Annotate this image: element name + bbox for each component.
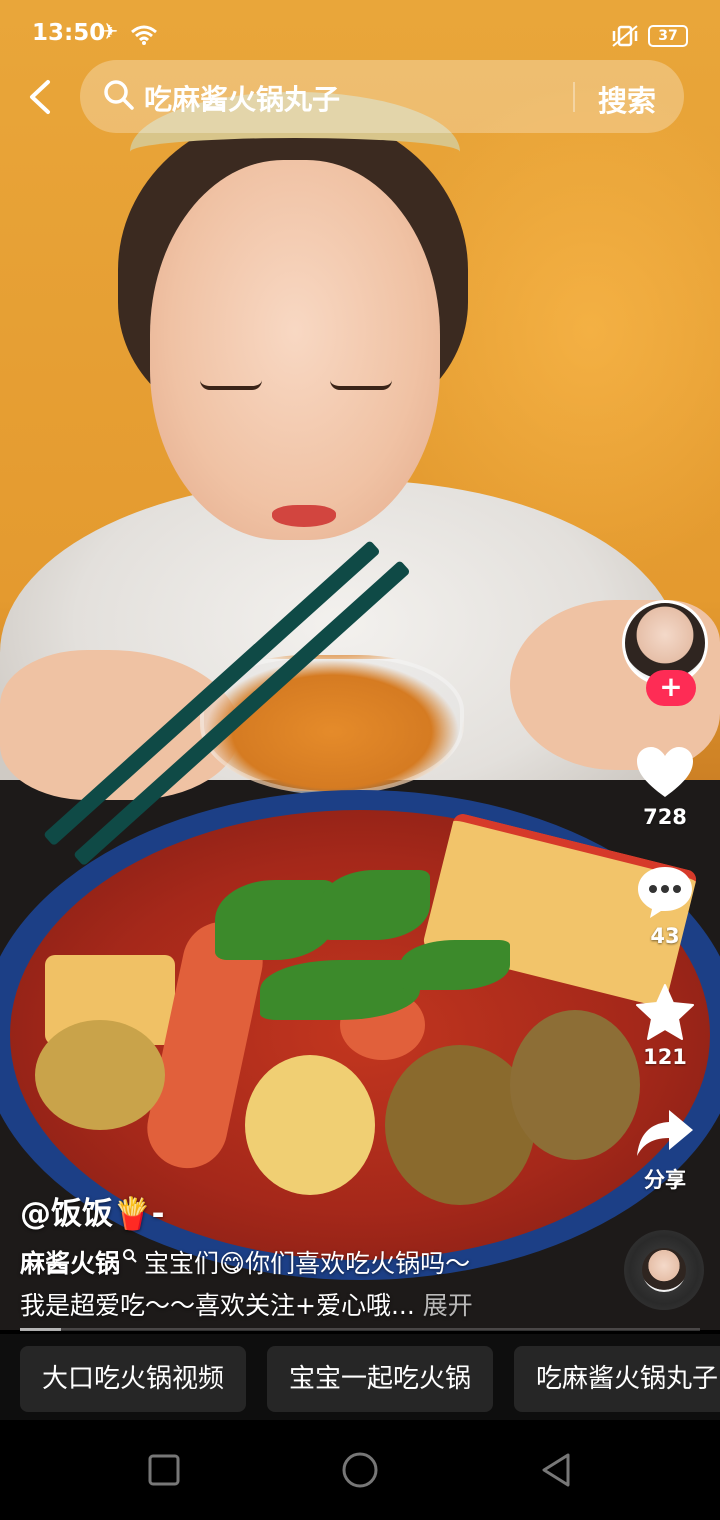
share-arrow-icon xyxy=(637,1110,693,1156)
vibrate-icon xyxy=(612,25,638,47)
right-eye xyxy=(330,380,392,390)
comment-button[interactable]: 43 xyxy=(610,864,720,948)
caption-text-2: 我是超爱吃～～喜欢关注+爱心哦... xyxy=(20,1291,415,1320)
related-chip[interactable]: 吃麻酱火锅丸子 xyxy=(514,1346,720,1412)
share-button[interactable]: 分享 xyxy=(610,1108,720,1194)
related-chip[interactable]: 大口吃火锅视频 xyxy=(20,1346,247,1412)
search-button[interactable]: 搜索 xyxy=(598,78,656,120)
search-icon xyxy=(104,80,134,110)
back-button[interactable] xyxy=(18,72,64,122)
related-searches: 大口吃火锅视频 宝宝一起吃火锅 吃麻酱火锅丸子 xyxy=(0,1334,720,1420)
like-button[interactable]: 728 xyxy=(610,745,720,829)
lips xyxy=(272,505,336,527)
caption-line-1: 麻酱火锅 宝宝们😋你们喜欢吃火锅吗～ xyxy=(20,1244,600,1280)
system-nav-bar xyxy=(0,1420,720,1520)
search-divider xyxy=(573,82,575,112)
battery-indicator: 37 xyxy=(648,25,688,47)
music-cover xyxy=(642,1248,686,1292)
topic-tag[interactable]: 麻酱火锅 xyxy=(20,1249,120,1278)
triangle-icon[interactable] xyxy=(536,1450,576,1490)
meatball xyxy=(35,1020,165,1130)
heart-icon xyxy=(637,747,693,797)
video-caption: @饭饭🍟- 麻酱火锅 宝宝们😋你们喜欢吃火锅吗～ 我是超爱吃～～喜欢关注+爱心哦.… xyxy=(20,1192,600,1322)
wifi-icon xyxy=(131,25,157,45)
progress-fill xyxy=(20,1328,61,1331)
expand-button[interactable]: 展开 xyxy=(423,1291,473,1320)
caption-text: 宝宝们😋你们喜欢吃火锅吗～ xyxy=(144,1249,471,1278)
like-count: 728 xyxy=(643,805,687,829)
square-icon[interactable] xyxy=(144,1450,184,1490)
related-chip[interactable]: 宝宝一起吃火锅 xyxy=(267,1346,494,1412)
caption-line-2: 我是超爱吃～～喜欢关注+爱心哦... 展开 xyxy=(20,1286,600,1322)
fishball xyxy=(245,1055,375,1195)
comment-count: 43 xyxy=(650,924,680,948)
comment-icon xyxy=(638,867,692,918)
left-eye xyxy=(200,380,262,390)
favorite-count: 121 xyxy=(643,1045,687,1069)
search-icon xyxy=(123,1249,137,1263)
circle-icon[interactable] xyxy=(340,1450,380,1490)
share-label: 分享 xyxy=(644,1168,686,1192)
search-bar[interactable]: 吃麻酱火锅丸子 搜索 xyxy=(80,60,684,133)
favorite-button[interactable]: 121 xyxy=(610,983,720,1069)
star-icon xyxy=(636,984,694,1040)
progress-bar[interactable] xyxy=(20,1328,700,1331)
status-bar: 13:50 ✈ 37 xyxy=(0,0,720,64)
cilantro xyxy=(400,940,510,990)
cilantro xyxy=(215,880,335,960)
status-time: 13:50 xyxy=(32,20,106,46)
chevron-left-icon xyxy=(30,80,50,114)
search-input[interactable]: 吃麻酱火锅丸子 xyxy=(144,78,340,118)
airplane-icon: ✈ xyxy=(100,20,119,45)
music-disc[interactable] xyxy=(624,1230,704,1310)
author-name[interactable]: @饭饭🍟- xyxy=(20,1192,600,1236)
follow-button[interactable]: + xyxy=(646,670,696,706)
cilantro xyxy=(320,870,430,940)
cilantro xyxy=(260,960,420,1020)
face xyxy=(150,160,440,540)
